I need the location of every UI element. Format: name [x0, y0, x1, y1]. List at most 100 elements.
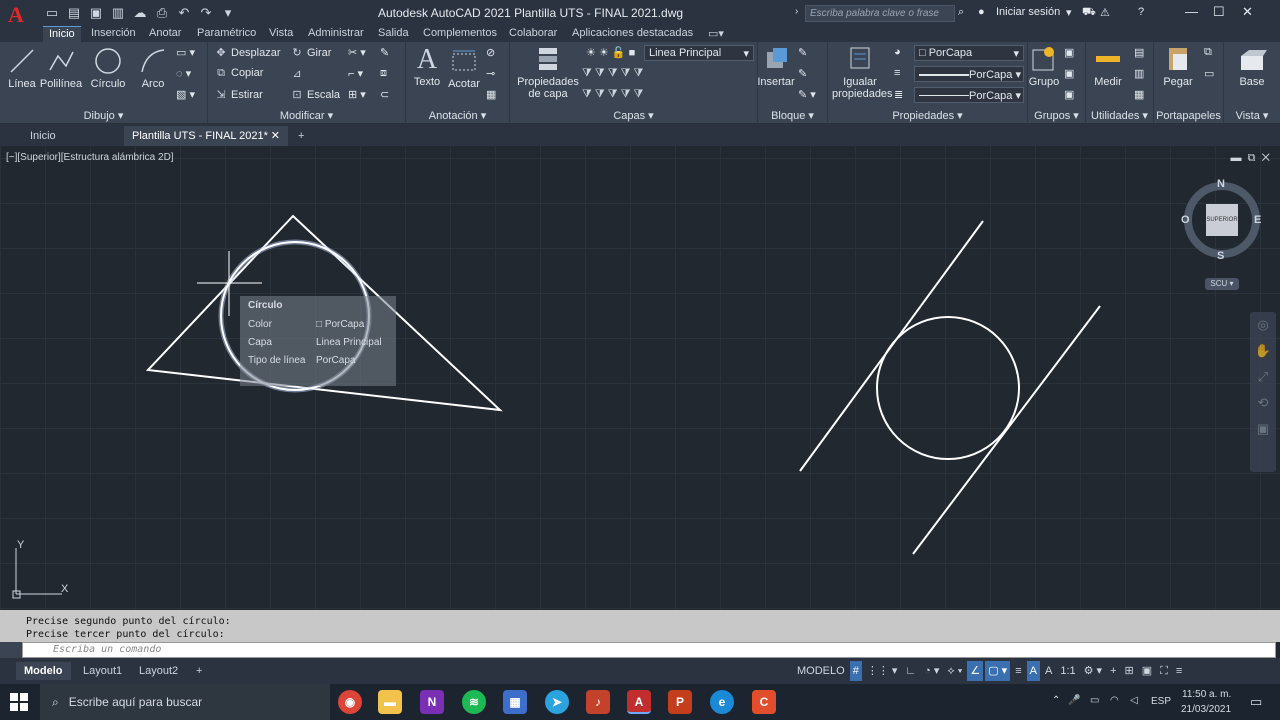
- telegram-icon[interactable]: ➤: [545, 690, 569, 714]
- panel-title-dibujo[interactable]: Dibujo ▾: [0, 109, 207, 122]
- group-select-icon[interactable]: ▣: [1064, 88, 1074, 101]
- windows-start-icon[interactable]: [10, 693, 28, 711]
- add-icon[interactable]: +: [1107, 661, 1119, 681]
- drawing-geometry[interactable]: [0, 146, 1280, 610]
- mtext-tool-icon[interactable]: ⊸: [486, 67, 495, 80]
- trim-tool-icon[interactable]: ✂ ▾: [348, 46, 366, 59]
- model-space-button[interactable]: MODELO: [794, 661, 848, 681]
- calculator-icon[interactable]: ▦: [1134, 88, 1144, 101]
- undo-icon[interactable]: ↶: [176, 5, 192, 21]
- panel-title-bloque[interactable]: Bloque ▾: [758, 109, 827, 122]
- base-view-button[interactable]: Base: [1224, 44, 1280, 88]
- spotify-icon[interactable]: ≋: [462, 690, 486, 714]
- add-layout-button[interactable]: +: [188, 662, 210, 680]
- viewcube-face-top[interactable]: SUPERIOR: [1206, 204, 1238, 236]
- tab-anotar[interactable]: Anotar: [149, 27, 181, 39]
- tangent-circle[interactable]: [876, 316, 1020, 460]
- command-input[interactable]: Escriba un comando: [22, 642, 1276, 658]
- new-tab-button[interactable]: +: [290, 126, 312, 146]
- tab-complementos[interactable]: Complementos: [423, 27, 497, 39]
- viewcube-east[interactable]: E: [1254, 214, 1261, 226]
- layout-tab-model[interactable]: Modelo: [16, 662, 71, 680]
- app-icon[interactable]: ♪: [586, 690, 610, 714]
- panel-title-portapapeles[interactable]: Portapapeles: [1154, 110, 1223, 122]
- layer-dropdown[interactable]: Linea Principal ▾: [644, 45, 754, 61]
- orbit-icon[interactable]: ⟲: [1250, 390, 1276, 416]
- insert-block-button[interactable]: Insertar: [748, 44, 804, 88]
- drawing-canvas[interactable]: [−][Superior][Estructura alámbrica 2D] ▬…: [0, 146, 1280, 610]
- edit-block-icon[interactable]: ✎: [798, 67, 807, 80]
- wifi-icon[interactable]: ◠: [1110, 695, 1119, 706]
- steering-wheel-icon[interactable]: ◎: [1250, 312, 1276, 338]
- tab-insercion[interactable]: Inserción: [91, 27, 136, 39]
- search-box-arrow-icon[interactable]: ›: [795, 6, 798, 17]
- stretch-button[interactable]: ⇲ Estirar: [214, 88, 262, 101]
- ortho-toggle-icon[interactable]: ∟: [902, 661, 919, 681]
- gradient-tool-icon[interactable]: ▧ ▾: [176, 88, 195, 101]
- group-edit-icon[interactable]: ▣: [1064, 67, 1074, 80]
- snap-toggle-icon[interactable]: ⋮⋮ ▾: [864, 661, 901, 681]
- layer-properties-button[interactable]: Propiedades de capa: [516, 44, 580, 100]
- search-icon[interactable]: ⌕: [958, 6, 964, 19]
- panel-title-capas[interactable]: Capas ▾: [510, 109, 757, 122]
- ungroup-icon[interactable]: ▣: [1064, 46, 1074, 59]
- tab-inicio-file[interactable]: Inicio: [22, 126, 64, 146]
- create-block-icon[interactable]: ✎: [798, 46, 807, 59]
- microphone-icon[interactable]: 🎤: [1068, 695, 1080, 706]
- rectangle-tool-icon[interactable]: ▭ ▾: [176, 46, 195, 59]
- tab-aplicaciones[interactable]: Aplicaciones destacadas: [572, 27, 693, 39]
- lineweight-dropdown[interactable]: PorCapa ▾: [914, 87, 1024, 103]
- panel-title-propiedades[interactable]: Propiedades ▾: [828, 109, 1027, 122]
- annotation-scale-dropdown[interactable]: 1:1: [1057, 661, 1078, 681]
- isodraft-toggle-icon[interactable]: ⟡ ▾: [944, 661, 965, 681]
- hatch-tool-icon[interactable]: ◌ ▾: [176, 67, 191, 80]
- measure-button[interactable]: Medir: [1080, 44, 1136, 88]
- tab-salida[interactable]: Salida: [378, 27, 409, 39]
- tab-parametrico[interactable]: Paramétrico: [197, 27, 256, 39]
- array-tool-icon[interactable]: ⊞ ▾: [348, 88, 366, 101]
- viewcube-south[interactable]: S: [1217, 250, 1224, 262]
- viewcube-west[interactable]: O: [1181, 214, 1190, 226]
- workspace-gear-icon[interactable]: ⚙ ▾: [1081, 661, 1105, 681]
- layout-tab-layout1[interactable]: Layout1: [75, 662, 130, 680]
- open-file-icon[interactable]: ▤: [66, 5, 82, 21]
- grid-toggle-icon[interactable]: #: [849, 661, 862, 681]
- onenote-icon[interactable]: N: [420, 690, 444, 714]
- ucs-menu-button[interactable]: SCU ▾: [1205, 278, 1239, 290]
- tangent-line-2[interactable]: [912, 305, 1101, 555]
- paste-button[interactable]: Pegar: [1150, 44, 1206, 88]
- erase-tool-icon[interactable]: ✎: [380, 46, 389, 59]
- select-all-icon[interactable]: ▥: [1134, 67, 1144, 80]
- layout-tab-layout2[interactable]: Layout2: [131, 662, 186, 680]
- auto-scale-icon[interactable]: A: [1042, 661, 1055, 681]
- polar-toggle-icon[interactable]: ◔ ▾: [921, 661, 942, 681]
- app-icon[interactable]: C: [752, 690, 776, 714]
- autocad-taskbar-icon[interactable]: A: [627, 690, 651, 714]
- move-button[interactable]: ✥ Desplazar: [214, 46, 280, 59]
- mirror-button[interactable]: ⊿: [290, 67, 307, 80]
- color-dropdown[interactable]: □ PorCapa ▾: [914, 45, 1024, 61]
- layer-tools-row1[interactable]: ⧩ ⧩ ⧩ ⧩ ⧩: [582, 67, 643, 80]
- tray-chevron-icon[interactable]: ⌃: [1052, 695, 1060, 706]
- quick-properties-icon[interactable]: ▣: [1139, 661, 1155, 681]
- print-icon[interactable]: ⎙: [154, 5, 170, 21]
- close-tab-icon[interactable]: ✕: [271, 126, 280, 146]
- autocad-logo-icon[interactable]: A: [8, 2, 24, 28]
- clock-date[interactable]: 21/03/2021: [1181, 704, 1231, 715]
- units-icon[interactable]: ⊞: [1122, 661, 1137, 681]
- cloud-icon[interactable]: ☁: [132, 5, 148, 21]
- chrome-icon[interactable]: ◉: [338, 690, 362, 714]
- copy-clip-icon[interactable]: ⧉: [1204, 46, 1212, 59]
- leader-tool-icon[interactable]: ⊘: [486, 46, 495, 59]
- redo-icon[interactable]: ↷: [198, 5, 214, 21]
- dimension-button[interactable]: Acotar: [436, 46, 492, 90]
- qat-dropdown-icon[interactable]: ▾: [220, 5, 236, 21]
- explode-tool-icon[interactable]: ⧈: [380, 67, 387, 80]
- exchange-icon[interactable]: ⚠: [1100, 6, 1110, 19]
- panel-title-utilidades[interactable]: Utilidades ▾: [1086, 109, 1153, 122]
- arc-button[interactable]: Arco: [125, 46, 181, 90]
- viewcube[interactable]: SUPERIOR N S E O: [1180, 176, 1264, 262]
- panel-title-modificar[interactable]: Modificar ▾: [208, 109, 405, 122]
- rotate-button[interactable]: ↻ Girar: [290, 46, 331, 59]
- save-icon[interactable]: ▣: [88, 5, 104, 21]
